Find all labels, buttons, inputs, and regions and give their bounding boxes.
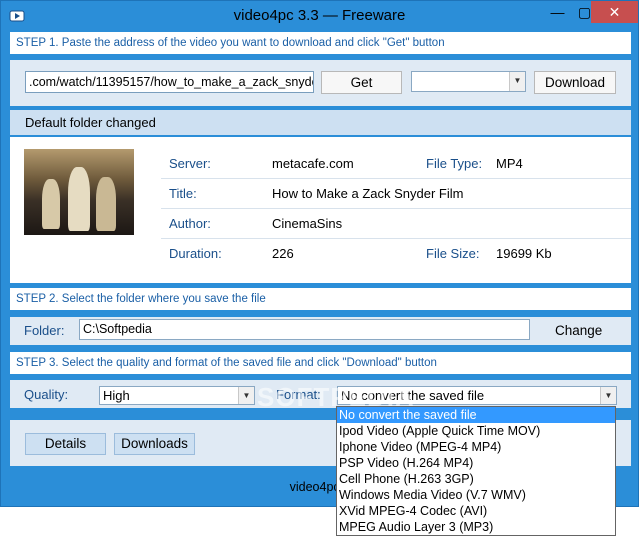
filetype-label: File Type:	[426, 156, 483, 171]
author-value: CinemaSins	[272, 216, 343, 231]
format-dropdown-list[interactable]: No convert the saved file Ipod Video (Ap…	[336, 406, 616, 536]
details-button[interactable]: Details	[25, 433, 106, 455]
close-button[interactable]: ✕	[591, 1, 638, 23]
minimize-button[interactable]: —	[544, 1, 571, 23]
window-title: video4pc 3.3 — Freeware	[233, 7, 406, 24]
format-option-iphone[interactable]: Iphone Video (MPEG-4 MP4)	[337, 439, 615, 455]
chevron-down-icon[interactable]: ▼	[509, 72, 525, 91]
title-label: Title:	[169, 186, 197, 201]
quality-select[interactable]: High ▼	[99, 386, 255, 405]
folder-input[interactable]: C:\Softpedia	[79, 319, 530, 340]
title-bar[interactable]: video4pc 3.3 — Freeware — ▢ ✕	[1, 1, 638, 31]
change-folder-button[interactable]: Change	[555, 319, 602, 342]
server-value: metacafe.com	[272, 156, 354, 171]
format-option-mp3[interactable]: MPEG Audio Layer 3 (MP3)	[337, 519, 615, 535]
download-button[interactable]: Download	[534, 71, 616, 94]
step1-section: .com/watch/11395157/how_to_make_a_zack_s…	[10, 60, 631, 106]
video-thumbnail	[24, 149, 134, 235]
info-row-author: Author: CinemaSins	[161, 209, 631, 239]
format-option-xvid[interactable]: XVid MPEG-4 Codec (AVI)	[337, 503, 615, 519]
resolution-select[interactable]: ▼	[411, 71, 526, 92]
info-row-server: Server: metacafe.com File Type: MP4	[161, 149, 631, 179]
filesize-value: 19699 Kb	[496, 246, 552, 261]
step2-label: STEP 2. Select the folder where you save…	[10, 288, 631, 310]
filetype-value: MP4	[496, 156, 523, 171]
step3-label: STEP 3. Select the quality and format of…	[10, 352, 631, 374]
quality-label: Quality:	[24, 387, 69, 402]
duration-value: 226	[272, 246, 294, 261]
step1-label: STEP 1. Paste the address of the video y…	[10, 32, 631, 54]
author-label: Author:	[169, 216, 211, 231]
folder-label: Folder:	[24, 323, 65, 338]
status-bar: Default folder changed	[10, 110, 631, 135]
url-input[interactable]: .com/watch/11395157/how_to_make_a_zack_s…	[25, 71, 314, 93]
format-option-none[interactable]: No convert the saved file	[337, 407, 615, 423]
duration-label: Duration:	[169, 246, 222, 261]
get-button[interactable]: Get	[321, 71, 402, 94]
title-value: How to Make a Zack Snyder Film	[272, 186, 464, 201]
video-info-panel: Server: metacafe.com File Type: MP4 Titl…	[10, 137, 631, 283]
chevron-down-icon[interactable]: ▼	[600, 387, 616, 404]
status-message: Default folder changed	[25, 115, 156, 130]
format-option-wmv[interactable]: Windows Media Video (V.7 WMV)	[337, 487, 615, 503]
format-option-ipod[interactable]: Ipod Video (Apple Quick Time MOV)	[337, 423, 615, 439]
quality-value: High	[103, 388, 130, 403]
downloads-button[interactable]: Downloads	[114, 433, 195, 455]
info-row-title: Title: How to Make a Zack Snyder Film	[161, 179, 631, 209]
server-label: Server:	[169, 156, 211, 171]
step2-section: Folder: C:\Softpedia Change	[10, 317, 631, 345]
filesize-label: File Size:	[426, 246, 480, 261]
info-row-duration: Duration: 226 File Size: 19699 Kb	[161, 239, 631, 269]
format-option-cellphone[interactable]: Cell Phone (H.263 3GP)	[337, 471, 615, 487]
chevron-down-icon[interactable]: ▼	[238, 387, 254, 404]
format-option-psp[interactable]: PSP Video (H.264 MP4)	[337, 455, 615, 471]
